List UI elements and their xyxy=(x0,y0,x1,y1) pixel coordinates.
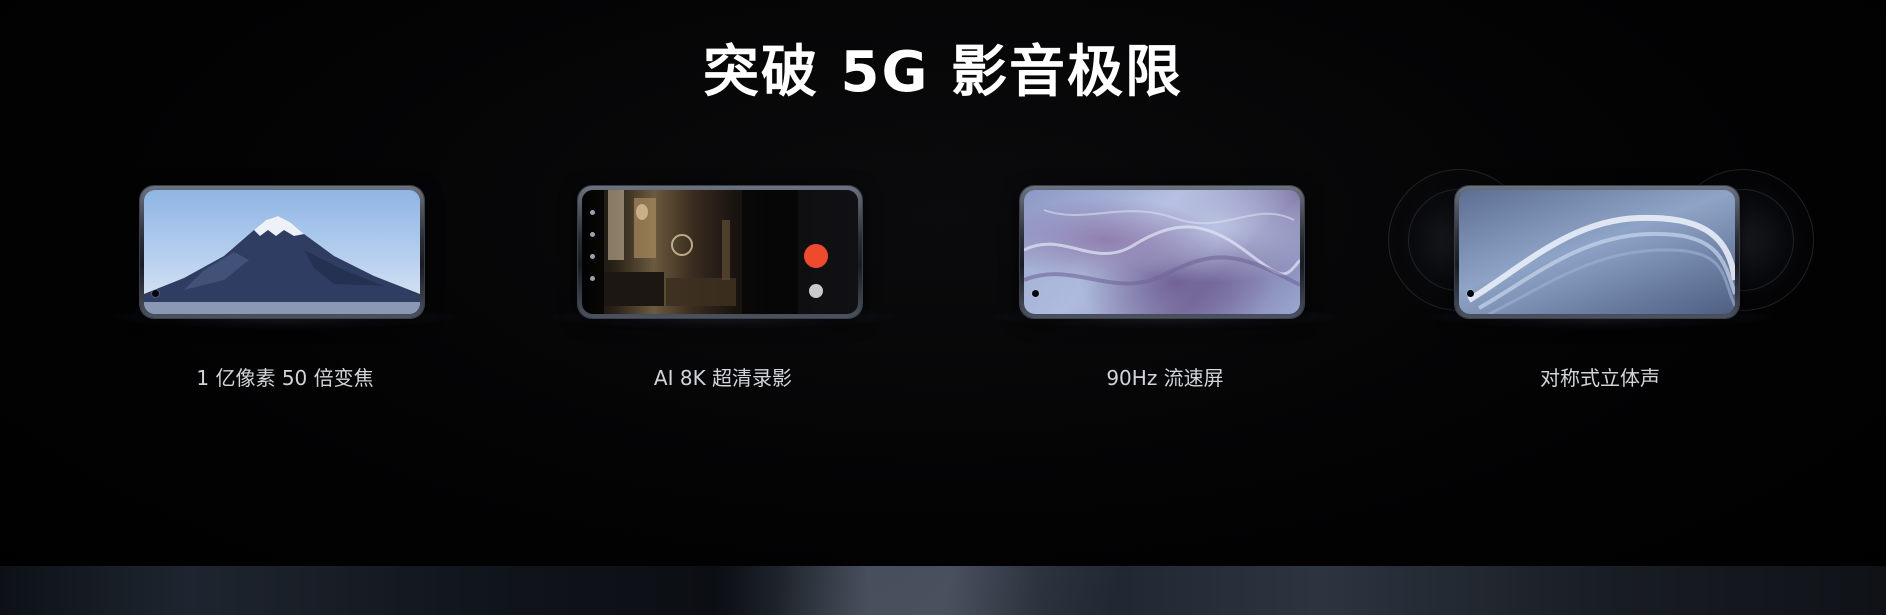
flash-icon xyxy=(590,210,595,215)
camera-viewfinder-icon xyxy=(582,190,858,314)
hdr-icon xyxy=(590,232,595,237)
feature-caption: 90Hz 流速屏 xyxy=(1106,366,1224,390)
camera-settings-panel xyxy=(742,190,798,314)
wave-wallpaper-icon xyxy=(1459,190,1735,314)
marble-wallpaper-icon xyxy=(1024,190,1300,314)
phone-image xyxy=(578,186,862,318)
feature-caption: AI 8K 超清录影 xyxy=(653,366,793,390)
punch-hole-camera xyxy=(152,290,159,297)
switch-camera-icon xyxy=(809,284,823,298)
page-title: 突破 5G 影音极限 xyxy=(703,40,1183,105)
phone-image xyxy=(1020,186,1304,318)
floor-highlight xyxy=(780,566,1200,615)
punch-hole-camera xyxy=(1467,290,1474,297)
record-button xyxy=(804,244,828,268)
feature-8k-video: AI 8K 超清录影 xyxy=(543,175,903,405)
mountain-wallpaper-icon xyxy=(144,190,420,314)
feature-caption: 对称式立体声 xyxy=(1540,366,1660,390)
promo-slide: 突破 5G 影音极限 1 亿像素 50 倍变焦 AI 8K 超清录影 90Hz … xyxy=(0,0,1886,615)
feature-90hz-screen: 90Hz 流速屏 xyxy=(985,175,1345,405)
timer-icon xyxy=(590,276,595,281)
feature-stereo-speakers: 对称式立体声 xyxy=(1388,169,1814,405)
punch-hole-camera xyxy=(1032,290,1039,297)
camera-mode-rail xyxy=(582,190,604,314)
feature-caption: 1 亿像素 50 倍变焦 xyxy=(196,366,374,390)
filter-icon xyxy=(590,254,595,259)
feature-camera-zoom: 1 亿像素 50 倍变焦 xyxy=(105,175,465,405)
phone-image xyxy=(1455,186,1739,318)
phone-image xyxy=(140,186,424,318)
